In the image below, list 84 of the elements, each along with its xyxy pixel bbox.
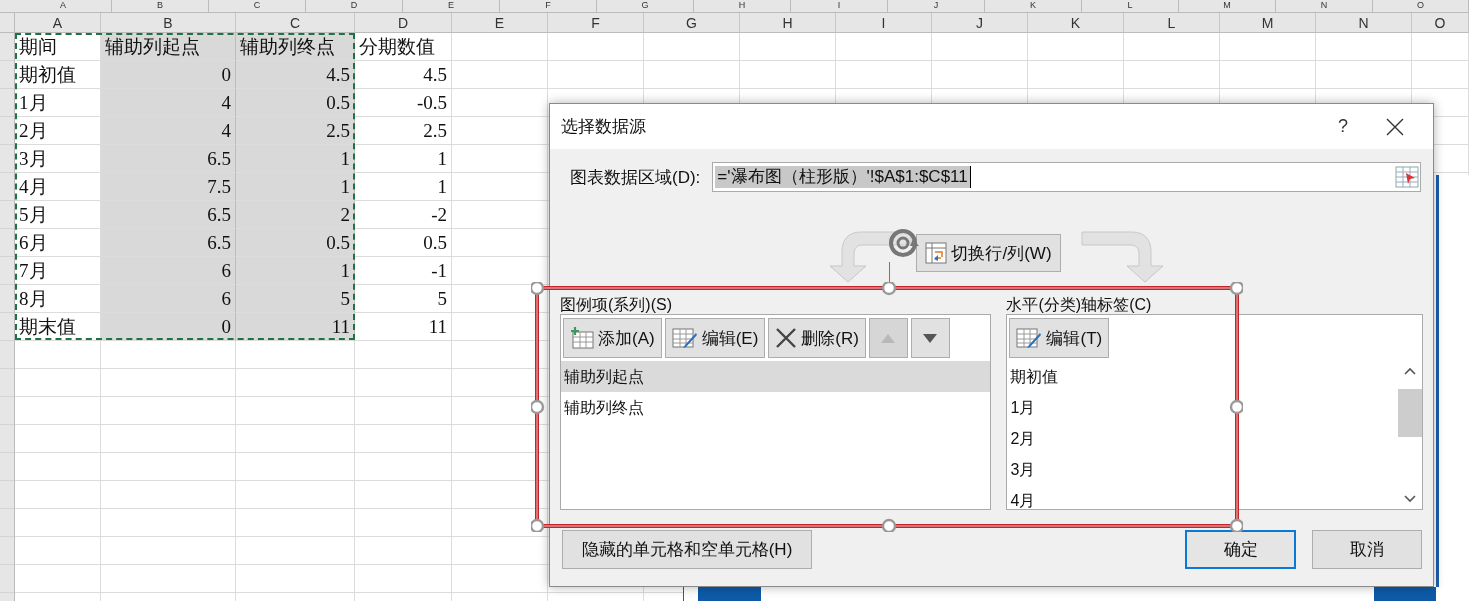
table-cell: 5 (355, 285, 452, 313)
table-cell: 1 (236, 257, 355, 285)
column-header[interactable]: B (112, 0, 209, 12)
table-cell: 1 (355, 173, 452, 201)
table-cell: -2 (355, 201, 452, 229)
column-header[interactable]: C (236, 13, 355, 33)
table-cell: 0.5 (355, 229, 452, 257)
column-header[interactable]: C (209, 0, 306, 12)
column-header[interactable]: H (740, 13, 836, 33)
series-list-item[interactable]: 辅助列起点 (561, 361, 991, 392)
column-header[interactable]: H (694, 0, 791, 12)
column-header[interactable]: G (597, 0, 694, 12)
column-header[interactable]: F (500, 0, 597, 12)
column-header[interactable]: E (452, 13, 548, 33)
column-header[interactable]: J (932, 13, 1028, 33)
column-header[interactable]: B (101, 13, 236, 33)
table-cell: 4.5 (236, 61, 355, 89)
column-header[interactable]: K (1028, 13, 1124, 33)
switch-row-column-button[interactable]: 切换行/列(W) (916, 234, 1061, 272)
add-button[interactable]: 添加(A) (563, 318, 662, 358)
hidden-cells-button[interactable]: 隐藏的单元格和空单元格(H) (562, 530, 812, 569)
table-cell: -1 (355, 257, 452, 285)
panel-label: 图例项(系列)(S) (560, 295, 673, 314)
column-header[interactable]: F (548, 13, 644, 33)
column-header[interactable]: I (836, 13, 932, 33)
column-header[interactable]: I (791, 0, 888, 12)
help-button[interactable]: ? (1321, 106, 1365, 147)
table-cell: 辅助列终点 (236, 33, 355, 61)
series-list-item[interactable]: 辅助列终点 (561, 392, 991, 423)
table-cell: 4.5 (355, 61, 452, 89)
axis-label-item[interactable]: 1月 (1007, 392, 1398, 423)
table-cell: 6.5 (101, 145, 236, 173)
column-header[interactable]: O (1412, 13, 1469, 33)
table-cell: 11 (355, 313, 452, 341)
range-label: 图表数据区域(D): (570, 166, 701, 189)
table-cell: 0.5 (236, 229, 355, 257)
remove-button[interactable]: 删除(R) (768, 318, 866, 358)
table-cell: 0 (101, 313, 236, 341)
column-header[interactable]: L (1082, 0, 1179, 12)
column-header[interactable]: O (1373, 0, 1469, 12)
column-header[interactable]: M (1179, 0, 1276, 12)
column-header[interactable]: L (1124, 13, 1220, 33)
axis-label-item[interactable]: 3月 (1007, 454, 1398, 485)
column-header[interactable]: K (985, 0, 1082, 12)
table-cell: 6.5 (101, 201, 236, 229)
table-cell: 11 (236, 313, 355, 341)
table-cell: 4 (101, 89, 236, 117)
table-cell: 0.5 (236, 89, 355, 117)
column-header[interactable]: N (1316, 13, 1412, 33)
table-cell: 1 (236, 145, 355, 173)
column-header[interactable]: D (306, 0, 403, 12)
edit-button[interactable]: 编辑(E) (664, 318, 766, 358)
dialog-title: 选择数据源 (561, 116, 646, 138)
axis-label-item[interactable]: 期初值 (1007, 361, 1398, 392)
axis-label-item[interactable]: 4月 (1007, 485, 1398, 509)
table-cell: 2.5 (355, 117, 452, 145)
table-cell: 分期数值 (355, 33, 452, 61)
table-cell: 0 (101, 61, 236, 89)
column-header[interactable]: M (1220, 13, 1316, 33)
table-cell: -0.5 (355, 89, 452, 117)
table-cell: 4 (101, 117, 236, 145)
panel-label: 水平(分类)轴标签(C) (1006, 295, 1153, 314)
range-input-field[interactable]: ='瀑布图（柱形版）'!$A$1:$C$11 (712, 162, 1421, 192)
column-header[interactable]: A (15, 13, 101, 33)
column-header[interactable]: G (644, 13, 740, 33)
column-header[interactable]: J (888, 0, 985, 12)
column-header[interactable]: E (403, 0, 500, 12)
table-cell: 1 (236, 173, 355, 201)
table-cell: 6 (101, 285, 236, 313)
table-cell: 6.5 (101, 229, 236, 257)
table-cell: 2.5 (236, 117, 355, 145)
table-cell: 辅助列起点 (101, 33, 236, 61)
table-cell: 6 (101, 257, 236, 285)
axis-label-item[interactable]: 2月 (1007, 423, 1398, 454)
column-header[interactable]: A (15, 0, 112, 12)
table-cell: 5 (236, 285, 355, 313)
table-cell: 1 (355, 145, 452, 173)
cancel-button[interactable]: 取消 (1312, 530, 1422, 569)
table-cell: 2 (236, 201, 355, 229)
column-header[interactable]: D (355, 13, 452, 33)
ok-button[interactable]: 确定 (1185, 530, 1296, 569)
table-cell: 7.5 (101, 173, 236, 201)
column-header[interactable]: N (1276, 0, 1373, 12)
edit-button[interactable]: 编辑(T) (1009, 318, 1110, 358)
